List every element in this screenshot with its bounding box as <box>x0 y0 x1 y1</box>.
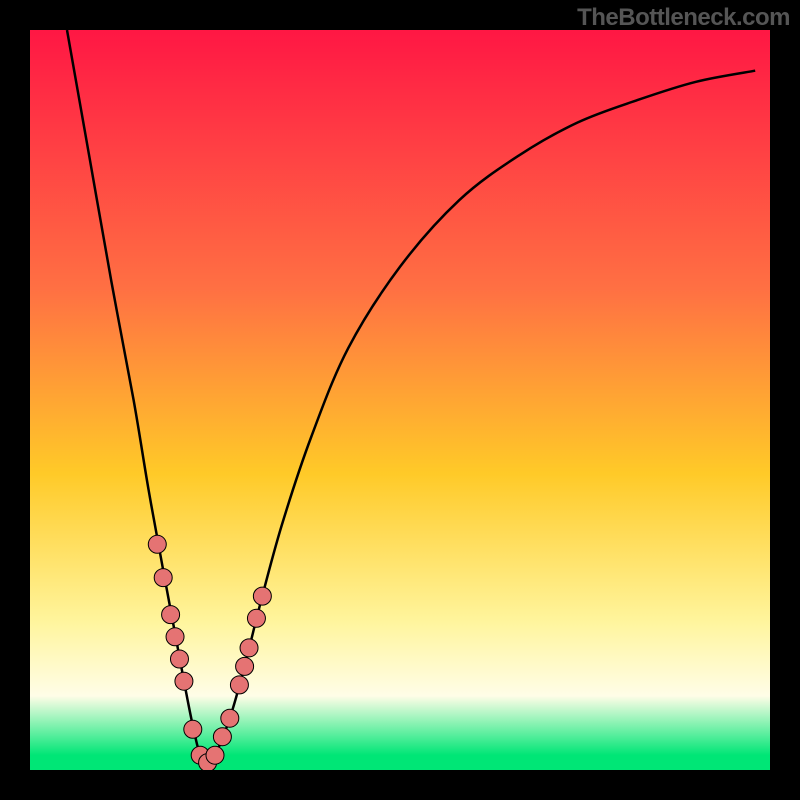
highlight-dot <box>154 569 172 587</box>
highlight-dot <box>175 672 193 690</box>
highlight-dot <box>253 587 271 605</box>
highlight-dot <box>230 676 248 694</box>
highlight-dot <box>170 650 188 668</box>
highlight-dot <box>166 628 184 646</box>
highlight-dot <box>206 746 224 764</box>
highlight-dot <box>221 709 239 727</box>
highlight-dot <box>148 535 166 553</box>
highlight-dot <box>247 609 265 627</box>
bottleneck-chart <box>30 30 770 770</box>
gradient-background <box>30 30 770 770</box>
highlight-dot <box>236 657 254 675</box>
highlight-dot <box>213 728 231 746</box>
plot-area <box>30 30 770 770</box>
watermark-label: TheBottleneck.com <box>577 4 790 32</box>
highlight-dot <box>240 639 258 657</box>
highlight-dot <box>184 720 202 738</box>
chart-frame: TheBottleneck.com <box>0 0 800 800</box>
highlight-dot <box>162 606 180 624</box>
